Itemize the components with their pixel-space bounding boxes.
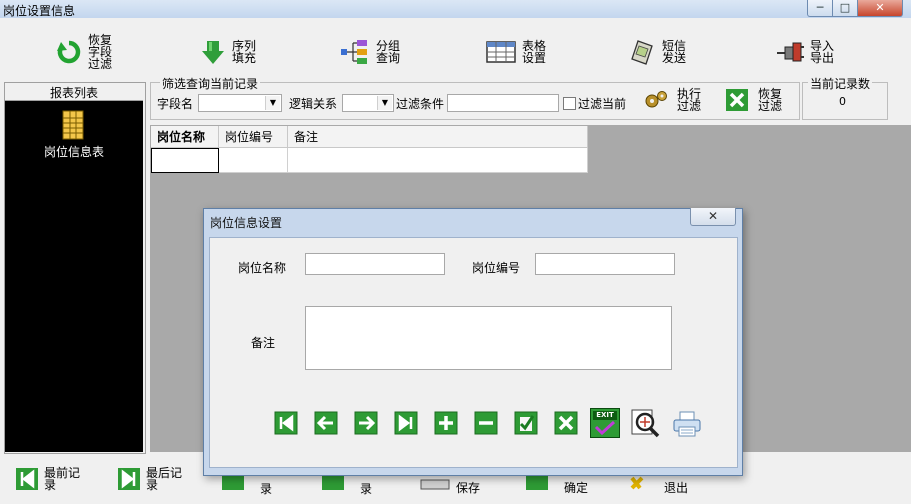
spreadsheet-icon[interactable]	[62, 110, 84, 140]
printer-icon[interactable]	[672, 410, 702, 438]
column-header-name[interactable]: 岗位名称	[151, 126, 219, 148]
plug-icon	[777, 42, 804, 62]
execute-filter-label: 执行 过滤	[677, 87, 702, 113]
toolbar-label: 序列 填充	[232, 39, 257, 65]
report-item-label[interactable]: 岗位信息表	[44, 143, 104, 160]
last-record-button[interactable]: 最后记 录	[118, 460, 182, 498]
exit-icon[interactable]: EXIT	[590, 408, 620, 438]
position-code-label: 岗位编号	[472, 261, 521, 275]
add-record-icon[interactable]	[434, 411, 458, 435]
position-code-input[interactable]	[535, 253, 675, 275]
condition-label: 过滤条件	[396, 97, 445, 111]
previous-record-icon[interactable]	[314, 411, 338, 435]
note-label: 备注	[251, 336, 276, 350]
window-title: 岗位设置信息	[3, 4, 76, 18]
cancel-icon[interactable]	[554, 411, 578, 435]
chevron-down-icon: ▼	[265, 96, 280, 110]
bottom-label: 录	[260, 482, 273, 496]
bottom-label: 保存	[456, 481, 481, 495]
filter-legend: 筛选查询当前记录	[160, 75, 261, 92]
group-query-button[interactable]: 分组 查询	[340, 30, 400, 74]
logic-select[interactable]: ▼	[342, 94, 394, 112]
table-cell[interactable]	[288, 148, 588, 173]
sequence-fill-button[interactable]: 序列 填充	[200, 30, 256, 74]
field-name-select[interactable]: ▼	[198, 94, 282, 112]
toolbar-label: 表格 设置	[522, 39, 547, 65]
execute-filter-button[interactable]: 执行 过滤	[643, 88, 701, 112]
exit-badge: EXIT	[593, 411, 617, 420]
delete-record-icon[interactable]	[474, 411, 498, 435]
last-record-icon	[118, 468, 140, 490]
record-count-value: 0	[839, 95, 846, 108]
filter-current-checkbox[interactable]	[563, 97, 576, 110]
import-export-button[interactable]: 导入 导出	[776, 30, 834, 74]
window-titlebar	[0, 0, 911, 18]
field-name-label: 字段名	[157, 97, 194, 111]
bottom-label: 最前记 录	[44, 466, 81, 492]
down-arrow-icon	[202, 41, 224, 64]
bottom-label: 最后记 录	[146, 466, 183, 492]
toolbar-label: 分组 查询	[376, 39, 401, 65]
note-textarea[interactable]	[305, 306, 672, 370]
first-record-icon	[16, 468, 38, 490]
tree-icon	[341, 40, 367, 64]
confirm-icon[interactable]	[514, 411, 538, 435]
phone-icon	[631, 40, 653, 65]
chevron-down-icon: ▼	[377, 96, 392, 110]
sms-send-button[interactable]: 短信 发送	[630, 30, 686, 74]
report-list-title: 报表列表	[5, 84, 143, 101]
filter-current-label: 过滤当前	[578, 97, 627, 111]
toolbar-label: 恢复 字段 过滤	[88, 33, 113, 71]
first-record-button[interactable]: 最前记 录	[16, 460, 80, 498]
minimize-button[interactable]: ─	[807, 0, 833, 17]
column-header-note[interactable]: 备注	[288, 126, 588, 148]
x-icon	[726, 89, 748, 111]
table-icon	[486, 41, 516, 63]
toolbar-label: 导入 导出	[810, 39, 835, 65]
position-name-input[interactable]	[305, 253, 445, 275]
table-cell[interactable]	[219, 148, 288, 173]
column-header-code[interactable]: 岗位编号	[219, 126, 288, 148]
dialog-title: 岗位信息设置	[210, 216, 283, 230]
table-cell[interactable]	[151, 148, 219, 173]
preview-magnifier-icon[interactable]	[630, 408, 662, 438]
table-settings-button[interactable]: 表格 设置	[486, 30, 546, 74]
restore-filter-label: 恢复 过滤	[758, 87, 783, 113]
logic-label: 逻辑关系	[289, 97, 338, 111]
check-icon	[594, 421, 616, 435]
bottom-label: 确定	[564, 481, 589, 495]
last-record-icon[interactable]	[394, 411, 418, 435]
next-record-icon[interactable]	[354, 411, 378, 435]
maximize-button[interactable]: □	[832, 0, 858, 17]
bottom-label: 退出	[664, 481, 689, 495]
record-count-legend: 当前记录数	[808, 75, 873, 92]
refresh-icon	[57, 40, 81, 64]
first-record-icon[interactable]	[274, 411, 298, 435]
condition-input[interactable]	[447, 94, 559, 112]
close-button[interactable]: ✕	[857, 0, 903, 17]
position-name-label: 岗位名称	[238, 261, 287, 275]
toolbar-label: 短信 发送	[662, 39, 687, 65]
gears-icon	[645, 91, 667, 108]
bottom-label: 录	[360, 482, 373, 496]
restore-filter-button[interactable]: 恢复 过滤	[726, 88, 782, 112]
dialog-close-button[interactable]: ✕	[690, 208, 736, 226]
restore-field-filter-button[interactable]: 恢复 字段 过滤	[56, 30, 112, 74]
